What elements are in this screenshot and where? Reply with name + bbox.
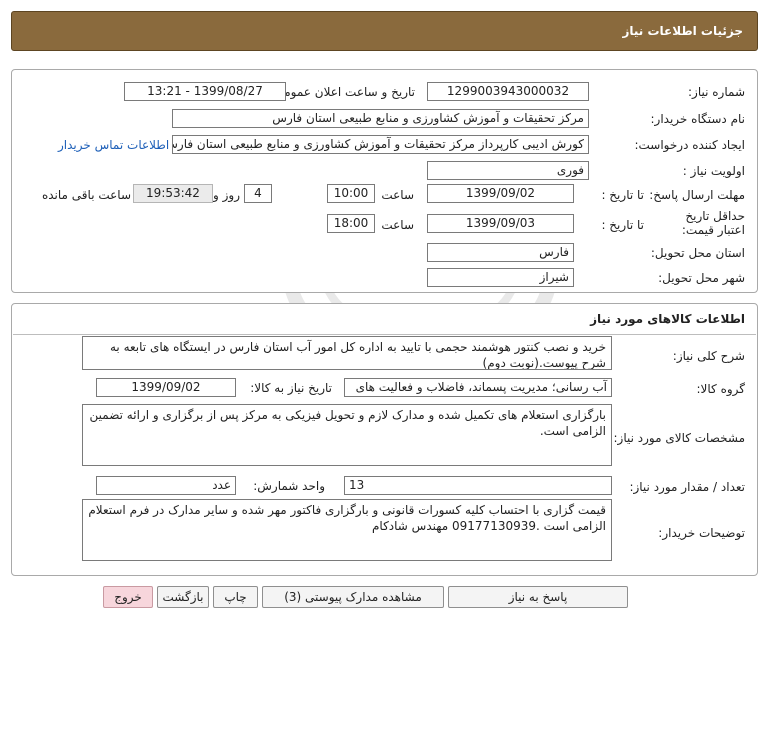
print-button[interactable]: چاپ [213,586,258,608]
view-attachments-button[interactable]: مشاهده مدارک پیوستی (3) [262,586,444,608]
quantity-field: 13 [344,476,612,495]
goods-group-label: گروه کالا: [696,382,746,396]
buyer-notes-field: قیمت گزاری با احتساب کلیه کسورات قانونی … [82,499,612,561]
need-number-field: 1299003943000032 [427,82,589,101]
delivery-province-field: فارس [427,243,574,262]
goods-section-title: اطلاعات کالاهای مورد نیاز [590,312,745,326]
creator-field: کورش ادیبی کارپرداز مرکز تحقیقات و آموزش… [172,135,589,154]
buyer-contact-link[interactable]: اطلاعات تماس خریدار [58,138,169,152]
section-divider [13,334,756,335]
need-info-panel: شماره نیاز: 1299003943000032 تاریخ و ساع… [11,69,758,293]
reply-date-field: 1399/09/02 [427,184,574,203]
reply-to-need-button[interactable]: پاسخ به نیاز [448,586,628,608]
back-button[interactable]: بازگشت [157,586,209,608]
exit-button[interactable]: خروج [103,586,153,608]
reply-time-label: ساعت [381,188,414,202]
reply-until-date-label: تا تاریخ : [601,188,644,202]
need-summary-field: خرید و نصب کنتور هوشمند حجمی با تایید به… [82,336,612,370]
buyer-org-field: مرکز تحقیقات و آموزش کشاورزی و منابع طبی… [172,109,589,128]
price-validity-label: حداقل تاریخ اعتبار قیمت: [681,209,745,237]
days-label: روز و [213,188,240,202]
goods-specs-field: بارگزاری استعلام های تکمیل شده و مدارک ل… [82,404,612,466]
delivery-city-label: شهر محل تحویل: [658,271,745,285]
creator-label: ایجاد کننده درخواست: [634,138,745,152]
need-date-label: تاریخ نیاز به کالا: [250,381,332,395]
page-header: جزئیات اطلاعات نیاز [11,11,758,51]
price-validity-date-field: 1399/09/03 [427,214,574,233]
reply-deadline-label: مهلت ارسال پاسخ: [649,188,745,202]
goods-info-panel: اطلاعات کالاهای مورد نیاز شرح کلی نیاز: … [11,303,758,576]
price-validity-time-field: 18:00 [327,214,375,233]
page-title: جزئیات اطلاعات نیاز [622,24,743,38]
unit-field: عدد [96,476,236,495]
need-date-field: 1399/09/02 [96,378,236,397]
goods-specs-label: مشخصات کالای مورد نیاز: [613,431,745,445]
need-summary-label: شرح کلی نیاز: [672,349,745,363]
priority-label: اولویت نیاز : [682,164,745,178]
days-remaining-field: 4 [244,184,272,203]
price-validity-time-label: ساعت [381,218,414,232]
goods-group-field: آب رسانی؛ مدیریت پسماند، فاضلاب و فعالیت… [344,378,612,397]
priority-field: فوری [427,161,589,180]
delivery-province-label: استان محل تحویل: [650,246,745,260]
delivery-city-field: شیراز [427,268,574,287]
announce-date-label: تاریخ و ساعت اعلان عمومی: [270,85,415,99]
remaining-time-label: ساعت باقی مانده [41,188,131,202]
quantity-label: تعداد / مقدار مورد نیاز: [629,480,745,494]
remaining-time-field: 19:53:42 [133,184,213,203]
buyer-org-label: نام دستگاه خریدار: [650,112,746,126]
buyer-notes-label: توضیحات خریدار: [658,526,745,540]
price-until-date-label: تا تاریخ : [601,218,644,232]
need-number-label: شماره نیاز: [688,85,745,99]
announce-date-field: 1399/08/27 - 13:21 [124,82,286,101]
reply-time-field: 10:00 [327,184,375,203]
unit-label: واحد شمارش: [253,479,325,493]
